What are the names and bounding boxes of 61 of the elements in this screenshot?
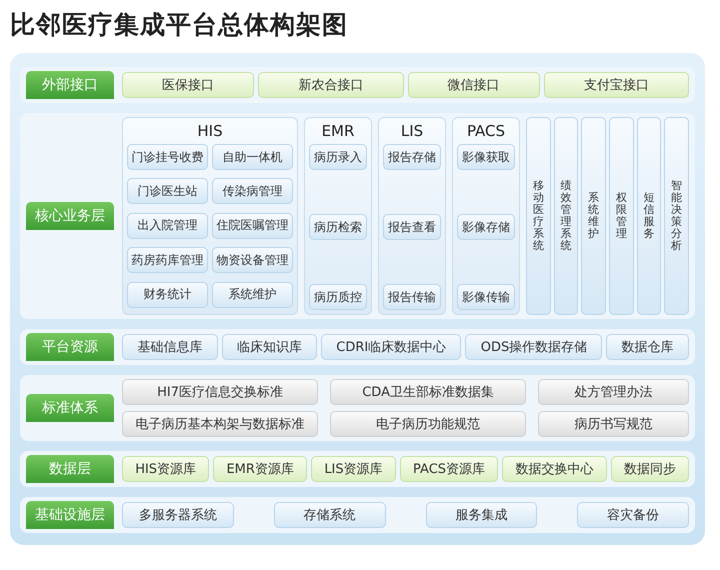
module-tile: 自助一体机: [212, 144, 293, 170]
standard-tile: HI7医疗信息交换标准: [122, 379, 318, 405]
service-column: 智能决策分析: [664, 117, 690, 315]
layer-label: 基础设施层: [26, 501, 114, 529]
system-name: LIS: [400, 122, 424, 140]
module-tile: 住院医嘱管理: [212, 212, 293, 239]
module-tile: 影像传输: [457, 284, 515, 310]
module-tile: 药房药库管理: [127, 247, 208, 274]
layer-tile: LIS资源库: [311, 456, 396, 482]
service-column: 短信服务: [636, 117, 662, 315]
layer-tile: 微信接口: [408, 72, 540, 98]
layer-tile: 基础信息库: [122, 334, 218, 360]
module-tile: 报告查看: [383, 214, 441, 240]
module-tile: 物资设备管理: [212, 247, 293, 274]
module-tile: 门诊挂号收费: [127, 144, 208, 170]
layer-tile: 新农合接口: [258, 72, 404, 98]
module-tile: 报告传输: [383, 284, 441, 310]
layer-tile: 多服务器系统: [122, 502, 234, 528]
layer-tile: ODS操作数据存储: [465, 334, 602, 360]
module-tile: 影像存储: [457, 214, 515, 240]
module-tile: 病历质控: [309, 284, 367, 310]
system-name: PACS: [466, 122, 506, 140]
system-name: HIS: [197, 122, 223, 140]
standard-tile: CDA卫生部标准数据集: [330, 379, 526, 405]
layer-tile: CDRI临床数据中心: [321, 334, 462, 360]
layer-label: 标准体系: [26, 394, 114, 422]
layer-tile: 数据交换中心: [502, 456, 607, 482]
module-tile: 出入院管理: [127, 212, 208, 239]
service-column: 绩效管理系统: [554, 117, 578, 315]
layer-tile: HIS资源库: [122, 456, 210, 482]
service-column: 系统维护: [581, 117, 606, 315]
module-tile: 病历录入: [309, 144, 367, 170]
standard-tile: 病历书写规范: [538, 411, 689, 437]
layer-label: 数据层: [26, 455, 114, 483]
standard-tile: 处方管理办法: [538, 379, 689, 405]
layer-label: 核心业务层: [26, 202, 114, 230]
module-tile: 财务统计: [127, 282, 208, 308]
layer-tile: 临床知识库: [222, 334, 317, 360]
layer-tile: 医保接口: [122, 72, 254, 98]
standard-tile: 电子病历基本构架与数据标准: [122, 411, 318, 437]
service-column: 权限管理: [609, 117, 634, 315]
diagram-title: 比邻医疗集成平台总体构架图: [10, 9, 349, 41]
layer-tile: 数据同步: [610, 456, 690, 482]
module-tile: 门诊医生站: [127, 178, 208, 204]
module-tile: 系统维护: [212, 282, 293, 308]
layer-label: 外部接口: [26, 71, 114, 99]
layer-label: 平台资源: [26, 333, 114, 361]
module-tile: 病历检索: [309, 214, 367, 240]
layer-tile: 服务集成: [426, 502, 538, 528]
layer-tile: 数据仓库: [606, 334, 689, 360]
layer-tile: EMR资源库: [213, 456, 308, 482]
standard-tile: 电子病历功能规范: [330, 411, 526, 437]
layer-tile: 支付宝接口: [544, 72, 689, 98]
layer-tile: PACS资源库: [400, 456, 498, 482]
module-tile: 传染病管理: [212, 178, 293, 204]
layer-tile: 存储系统: [274, 502, 386, 528]
layer-tile: 容灾备份: [577, 502, 689, 528]
service-column: 移动医疗系统: [526, 117, 551, 315]
module-tile: 影像获取: [457, 144, 515, 170]
system-name: EMR: [322, 122, 354, 140]
module-tile: 报告存储: [383, 144, 441, 170]
